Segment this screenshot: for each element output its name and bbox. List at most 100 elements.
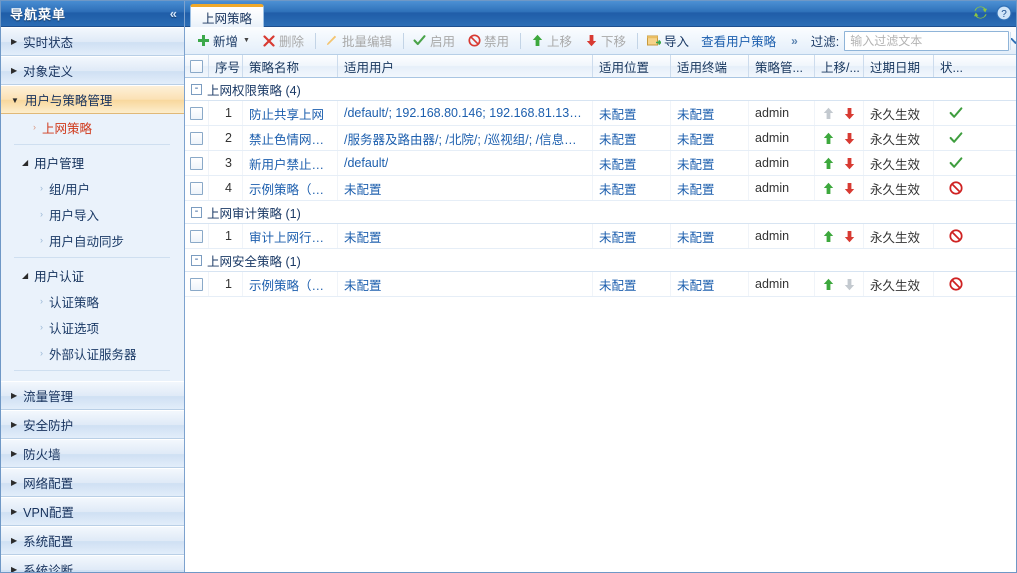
sidebar-collapse-icon[interactable]: «: [170, 6, 177, 21]
help-icon[interactable]: ?: [995, 4, 1012, 21]
status-disabled-icon[interactable]: [948, 180, 964, 196]
select-all-header[interactable]: [185, 55, 209, 77]
applicable-place-link[interactable]: 未配置: [599, 179, 637, 198]
sidebar-group-user-policy-management[interactable]: ▼ 用户与策略管理: [0, 85, 184, 114]
row-checkbox[interactable]: [190, 229, 203, 243]
row-checkbox[interactable]: [190, 277, 203, 291]
column-header-terminal[interactable]: 适用终端: [671, 55, 749, 77]
table-row[interactable]: 4 示例策略（降... 未配置 未配置 未配置 admin 永久生效: [185, 176, 1017, 201]
move-up-icon[interactable]: [823, 156, 835, 170]
applicable-place-link[interactable]: 未配置: [599, 275, 637, 294]
move-down-button[interactable]: 下移: [579, 30, 633, 52]
cell-name[interactable]: 防止共享上网: [243, 101, 338, 125]
move-down-icon[interactable]: [844, 277, 856, 291]
applicable-terminal-link[interactable]: 未配置: [677, 129, 715, 148]
applicable-place-link[interactable]: 未配置: [599, 104, 637, 123]
disable-button[interactable]: 禁用: [462, 30, 516, 52]
cell-users[interactable]: /服务器及路由器/; /北院/; /巡视组/; /信息科/; /...: [338, 126, 593, 150]
column-header-name[interactable]: 策略名称: [243, 55, 338, 77]
applicable-terminal-link[interactable]: 未配置: [677, 154, 715, 173]
row-select-cell[interactable]: [185, 176, 209, 200]
sidebar-group-security-protection[interactable]: ▶ 安全防护: [0, 410, 184, 439]
view-user-policy-link[interactable]: 查看用户策略: [696, 31, 781, 50]
row-select-cell[interactable]: [185, 151, 209, 175]
applicable-terminal-link[interactable]: 未配置: [677, 275, 715, 294]
row-select-cell[interactable]: [185, 126, 209, 150]
move-up-icon[interactable]: [823, 131, 835, 145]
toolbar-overflow-icon[interactable]: »: [781, 34, 807, 48]
cell-users[interactable]: 未配置: [338, 272, 593, 296]
move-up-icon[interactable]: [823, 106, 835, 120]
applicable-place-link[interactable]: 未配置: [599, 154, 637, 173]
group-collapse-icon[interactable]: -: [191, 254, 202, 266]
cell-place[interactable]: 未配置: [593, 272, 671, 296]
move-up-icon[interactable]: [823, 229, 835, 243]
grid-group-header[interactable]: - 上网权限策略 (4): [185, 78, 1017, 101]
enable-button[interactable]: 启用: [408, 30, 462, 52]
status-disabled-icon[interactable]: [948, 276, 964, 292]
cell-users[interactable]: /default/; 192.168.80.146; 192.168.81.13…: [338, 101, 593, 125]
chevron-down-icon[interactable]: ▼: [243, 37, 250, 44]
filter-dropdown-icon[interactable]: [1010, 31, 1017, 50]
cell-name[interactable]: 审计上网行为...: [243, 224, 338, 248]
status-enabled-icon[interactable]: [948, 105, 964, 121]
applicable-terminal-link[interactable]: 未配置: [677, 179, 715, 198]
sidebar-group-traffic-management[interactable]: ▶ 流量管理: [0, 381, 184, 410]
column-header-move[interactable]: 上移/...: [815, 55, 864, 77]
applicable-terminal-link[interactable]: 未配置: [677, 104, 715, 123]
policy-name-link[interactable]: 示例策略（降...: [249, 179, 331, 198]
applicable-place-link[interactable]: 未配置: [599, 129, 637, 148]
select-all-checkbox[interactable]: [190, 59, 203, 73]
move-down-icon[interactable]: [844, 131, 856, 145]
cell-users[interactable]: 未配置: [338, 176, 593, 200]
table-row[interactable]: 1 审计上网行为... 未配置 未配置 未配置 admin 永久生效: [185, 224, 1017, 249]
row-checkbox[interactable]: [190, 156, 203, 170]
batch-edit-button[interactable]: 批量编辑: [320, 30, 399, 52]
filter-input[interactable]: [845, 31, 1011, 50]
row-checkbox[interactable]: [190, 106, 203, 120]
applicable-users-link[interactable]: /服务器及路由器/; /北院/; /巡视组/; /信息科/; /...: [344, 129, 586, 148]
table-row[interactable]: 1 示例策略（阻... 未配置 未配置 未配置 admin 永久生效: [185, 272, 1017, 297]
column-header-place[interactable]: 适用位置: [593, 55, 671, 77]
move-down-icon[interactable]: [844, 156, 856, 170]
grid-group-header[interactable]: - 上网审计策略 (1): [185, 201, 1017, 224]
cell-place[interactable]: 未配置: [593, 126, 671, 150]
move-down-icon[interactable]: [844, 229, 856, 243]
sidebar-group-object-definition[interactable]: ▶ 对象定义: [0, 56, 184, 85]
table-row[interactable]: 2 禁止色情网站... /服务器及路由器/; /北院/; /巡视组/; /信息科/;…: [185, 126, 1017, 151]
row-select-cell[interactable]: [185, 101, 209, 125]
applicable-users-link[interactable]: 未配置: [344, 227, 382, 246]
move-up-icon[interactable]: [823, 181, 835, 195]
move-up-icon[interactable]: [823, 277, 835, 291]
cell-place[interactable]: 未配置: [593, 224, 671, 248]
delete-button[interactable]: 删除: [257, 30, 311, 52]
cell-terminal[interactable]: 未配置: [671, 151, 749, 175]
filter-combobox[interactable]: [844, 30, 1017, 51]
sidebar-item-user-auto-sync[interactable]: › 用户自动同步: [0, 227, 184, 253]
policy-name-link[interactable]: 新用户禁止上网: [249, 154, 331, 173]
row-checkbox[interactable]: [190, 181, 203, 195]
status-disabled-icon[interactable]: [948, 228, 964, 244]
cell-terminal[interactable]: 未配置: [671, 272, 749, 296]
cell-terminal[interactable]: 未配置: [671, 224, 749, 248]
move-up-button[interactable]: 上移: [525, 30, 579, 52]
sidebar-item-group-user[interactable]: › 组/用户: [0, 175, 184, 201]
cell-users[interactable]: /default/: [338, 151, 593, 175]
cell-users[interactable]: 未配置: [338, 224, 593, 248]
table-row[interactable]: 3 新用户禁止上网/default/未配置 未配置 admin 永久生效: [185, 151, 1017, 176]
applicable-place-link[interactable]: 未配置: [599, 227, 637, 246]
add-button[interactable]: 新增 ▼: [191, 30, 257, 52]
sidebar-group-firewall[interactable]: ▶ 防火墙: [0, 439, 184, 468]
policy-name-link[interactable]: 审计上网行为...: [249, 227, 331, 246]
refresh-icon[interactable]: [972, 4, 989, 21]
grid-group-header[interactable]: - 上网安全策略 (1): [185, 249, 1017, 272]
sidebar-group-system-diagnostics[interactable]: ▶ 系统诊断: [0, 555, 184, 573]
cell-place[interactable]: 未配置: [593, 151, 671, 175]
column-header-owner[interactable]: 策略管...: [749, 55, 815, 77]
status-enabled-icon[interactable]: [948, 155, 964, 171]
applicable-users-link[interactable]: 未配置: [344, 275, 382, 294]
column-header-status[interactable]: 状...: [934, 55, 977, 77]
sidebar-group-vpn-config[interactable]: ▶ VPN配置: [0, 497, 184, 526]
sidebar-group-system-config[interactable]: ▶ 系统配置: [0, 526, 184, 555]
cell-terminal[interactable]: 未配置: [671, 101, 749, 125]
